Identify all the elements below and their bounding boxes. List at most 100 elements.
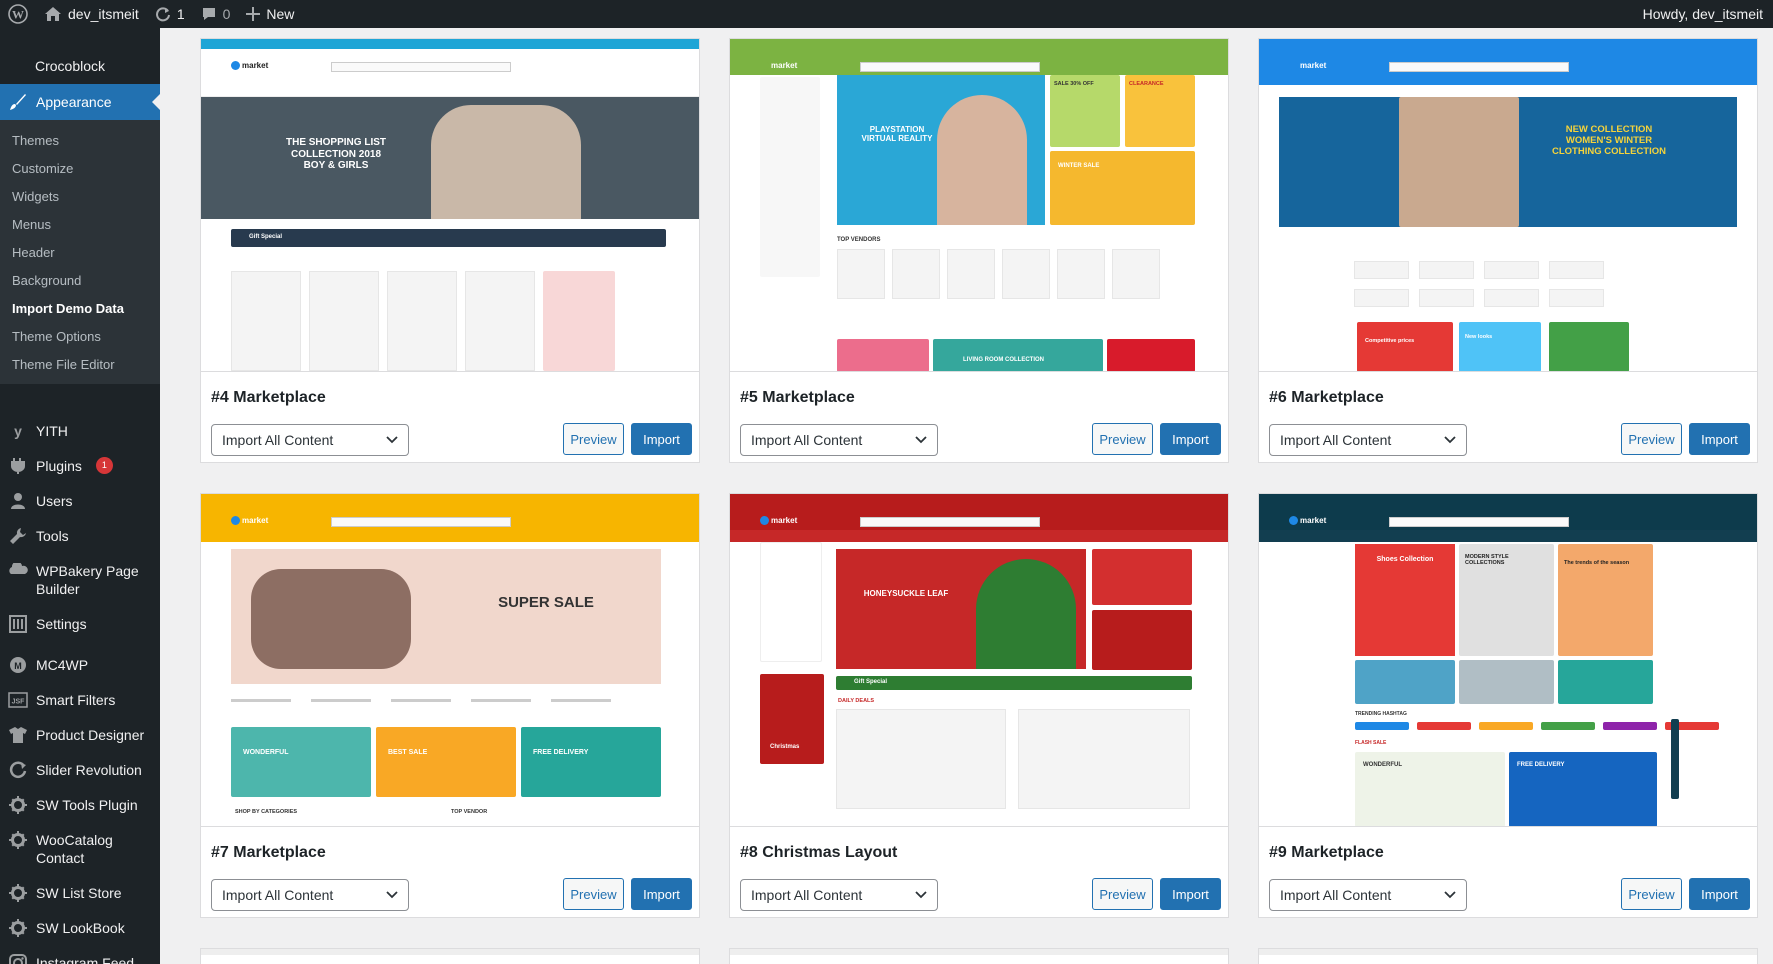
demo-card: market PLAYSTATION VIRTUAL REALITY SALE 30%…	[729, 38, 1229, 463]
vendor-product	[837, 249, 885, 299]
import-button[interactable]: Import	[631, 423, 692, 455]
sidebar-item-woocatalog-contact[interactable]: WooCatalog Contact	[0, 822, 160, 875]
demo-screenshot: market PLAYSTATION VIRTUAL REALITY SALE 30%…	[730, 39, 1228, 372]
thumb-banner: SUPER SALE	[231, 549, 661, 684]
promo-tile: New looks	[1459, 322, 1541, 371]
sidebar-item-smart-filters[interactable]: JSF Smart Filters	[0, 682, 160, 717]
submenu-item-header[interactable]: Header	[0, 239, 160, 267]
sidebar-item-wpbakery-page-builder[interactable]: WPBakery Page Builder	[0, 553, 160, 606]
thumb-logo: market	[231, 516, 268, 525]
import-button[interactable]: Import	[1689, 878, 1750, 910]
preview-button[interactable]: Preview	[1621, 423, 1682, 455]
sidebar-item-settings[interactable]: Settings	[0, 606, 160, 641]
sidebar-item-label: Instagram Feed	[36, 955, 135, 964]
sidebar-item-label: YITH	[36, 423, 68, 439]
thumb-logo: market	[231, 61, 268, 70]
import-type-select[interactable]: Import All Content	[211, 879, 409, 911]
import-type-select[interactable]: Import All Content	[740, 879, 938, 911]
import-button[interactable]: Import	[1160, 878, 1221, 910]
banner-line: BOY & GIRLS	[303, 160, 369, 171]
banner-line: COLLECTION 2018	[290, 148, 382, 160]
preview-button[interactable]: Preview	[1092, 878, 1153, 910]
submenu-item-widgets[interactable]: Widgets	[0, 183, 160, 211]
thumb-label: TOP VENDORS	[837, 237, 881, 243]
gift-strip: Gift Special	[836, 676, 1192, 690]
thumb-label: TRENDING HASHTAG	[1355, 711, 1407, 717]
import-button[interactable]: Import	[1689, 423, 1750, 455]
sidebar-item-users[interactable]: Users	[0, 483, 160, 518]
banner-tree	[976, 559, 1076, 669]
thumb-nav	[201, 85, 699, 97]
preview-button[interactable]: Preview	[563, 878, 624, 910]
sidebar-item-label: SW List Store	[36, 885, 122, 901]
chevron-down-icon	[1444, 436, 1456, 444]
paintbrush-icon	[8, 93, 28, 111]
preview-button[interactable]: Preview	[1621, 878, 1682, 910]
sidebar-item-label: SW Tools Plugin	[36, 797, 138, 813]
new-content-link[interactable]: New	[238, 0, 302, 28]
thumb-label: TOP VENDOR	[451, 809, 488, 815]
submenu-item-theme-options[interactable]: Theme Options	[0, 323, 160, 351]
import-type-select[interactable]: Import All Content	[1269, 424, 1467, 456]
submenu-item-customize[interactable]: Customize	[0, 155, 160, 183]
sidebar-item-tools[interactable]: Tools	[0, 518, 160, 553]
category-chip	[1354, 289, 1409, 307]
demo-import-grid: market THE SHOPPING LIST COLLECTION 2018 BO…	[160, 28, 1773, 964]
preview-button[interactable]: Preview	[1092, 423, 1153, 455]
sidebar-item-product-designer[interactable]: Product Designer	[0, 717, 160, 752]
hashtag-chip	[1417, 722, 1471, 730]
sidebar-item-label: MC4WP	[36, 657, 89, 673]
account-greeting[interactable]: Howdy, dev_itsmeit	[1635, 0, 1773, 28]
import-button[interactable]: Import	[631, 878, 692, 910]
thumb-banner: THE SHOPPING LIST COLLECTION 2018 BOY & GI…	[201, 97, 699, 219]
hashtag-chip	[1541, 722, 1595, 730]
submenu-item-themes[interactable]: Themes	[0, 127, 160, 155]
admin-sidebar: Crocoblock Appearance Themes Customize Wid…	[0, 28, 160, 964]
thumb-topbar	[201, 494, 699, 504]
import-type-select[interactable]: Import All Content	[1269, 879, 1467, 911]
thumb-label: LIVING ROOM COLLECTION	[963, 357, 1044, 363]
wpbakery-icon	[8, 562, 28, 580]
import-type-select[interactable]: Import All Content	[740, 424, 938, 456]
thumb-topbar	[1259, 494, 1757, 504]
sidebar-item-sw-lookbook[interactable]: SW LookBook	[0, 910, 160, 945]
sidebar-item-appearance[interactable]: Appearance	[0, 84, 160, 120]
thumb-topbar	[1259, 949, 1757, 955]
preview-button[interactable]: Preview	[563, 423, 624, 455]
import-type-select[interactable]: Import All Content	[211, 424, 409, 456]
site-name-link[interactable]: dev_itsmeit	[36, 0, 147, 28]
submenu-item-import-demo-data[interactable]: Import Demo Data	[0, 295, 160, 323]
submenu-item-background[interactable]: Background	[0, 267, 160, 295]
demo-card-partial	[200, 948, 700, 964]
current-menu-arrow	[152, 94, 160, 110]
select-value: Import All Content	[751, 887, 863, 903]
sidebar-item-yith[interactable]: y YITH	[0, 413, 160, 448]
demo-card: market HONEYSUCKLE LEAF Gift Special Christ…	[729, 493, 1229, 918]
promo-tile	[1558, 660, 1653, 704]
sidebar-item-sw-tools-plugin[interactable]: SW Tools Plugin	[0, 787, 160, 822]
promo-tile: BEST SALE	[376, 727, 516, 797]
deal-product	[836, 709, 1006, 809]
import-button[interactable]: Import	[1160, 423, 1221, 455]
submenu-item-menus[interactable]: Menus	[0, 211, 160, 239]
sidebar-item-mc4wp[interactable]: M MC4WP	[0, 647, 160, 682]
thumb-label: WINTER SALE	[1058, 163, 1100, 169]
thumb-label: FLASH SALE	[1355, 740, 1387, 746]
demo-card-partial	[729, 948, 1229, 964]
side-toolbar	[1671, 719, 1679, 799]
sidebar-item-sw-list-store[interactable]: SW List Store	[0, 875, 160, 910]
comments-link[interactable]: 0	[193, 0, 239, 28]
updates-link[interactable]: 1	[147, 0, 193, 28]
demo-title: #8 Christmas Layout	[740, 844, 898, 861]
submenu-item-theme-file-editor[interactable]: Theme File Editor	[0, 351, 160, 379]
sidebar-item-slider-revolution[interactable]: Slider Revolution	[0, 752, 160, 787]
plugin-icon	[8, 457, 28, 475]
feature-item	[471, 699, 531, 702]
wordpress-logo-icon[interactable]: W	[0, 0, 36, 28]
sidebar-item-crocoblock[interactable]: Crocoblock	[0, 28, 160, 74]
category-chip	[1484, 261, 1539, 279]
sidebar-item-plugins[interactable]: Plugins 1	[0, 448, 160, 483]
sidebar-item-instagram-feed[interactable]: Instagram Feed	[0, 945, 160, 964]
sidebar-item-label: Users	[36, 493, 73, 509]
banner-headline: THE SHOPPING LIST COLLECTION 2018 BOY & GI…	[271, 137, 401, 172]
